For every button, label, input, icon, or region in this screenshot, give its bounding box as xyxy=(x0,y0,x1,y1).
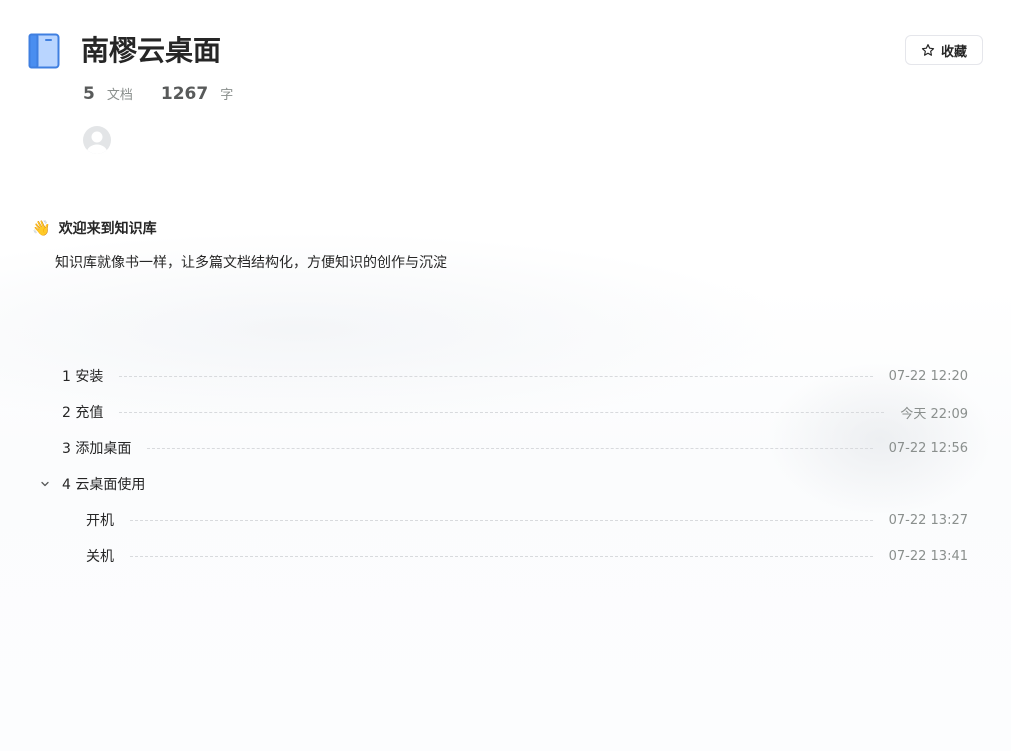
knowledge-base-page: 南樛云桌面 5 文档 1267 字 收藏 👋 欢迎来到知识库 知识库就像书一样，… xyxy=(0,0,1011,751)
toc-item-title[interactable]: 关机 xyxy=(86,546,114,566)
toc-group[interactable]: 4 云桌面使用 xyxy=(0,466,1011,502)
toc-item-time: 07-22 12:56 xyxy=(888,440,968,456)
toc-item[interactable]: 2 充值 今天 22:09 xyxy=(0,394,1011,430)
welcome-title: 欢迎来到知识库 xyxy=(58,221,157,237)
chevron-down-icon[interactable] xyxy=(39,478,51,490)
toc-item[interactable]: 3 添加桌面 07-22 12:56 xyxy=(0,430,1011,466)
welcome-description: 知识库就像书一样，让多篇文档结构化，方便知识的创作与沉淀 xyxy=(55,255,447,271)
toc-item[interactable]: 关机 07-22 13:41 xyxy=(0,538,1011,574)
toc-leader-line xyxy=(147,447,873,449)
toc-item-title[interactable]: 1 安装 xyxy=(62,366,103,386)
toc-leader-line xyxy=(119,411,885,413)
word-count: 1267 xyxy=(160,84,209,104)
toc-item[interactable]: 1 安装 07-22 12:20 xyxy=(0,358,1011,394)
page-title: 南樛云桌面 xyxy=(81,34,222,67)
toc-item-title[interactable]: 开机 xyxy=(86,510,114,530)
waving-hand-icon: 👋 xyxy=(32,219,51,237)
toc-item[interactable]: 开机 07-22 13:27 xyxy=(0,502,1011,538)
toc-leader-line xyxy=(130,519,873,521)
doc-count: 5 xyxy=(83,84,95,104)
toc-item-time: 07-22 13:27 xyxy=(888,512,968,528)
toc-item-title[interactable]: 4 云桌面使用 xyxy=(62,474,145,494)
favorite-label: 收藏 xyxy=(940,44,967,60)
user-silhouette-icon xyxy=(87,131,107,154)
book-stats: 5 文档 1267 字 xyxy=(83,84,233,108)
toc-item-time: 07-22 13:41 xyxy=(888,548,968,564)
toc-item-title[interactable]: 2 充值 xyxy=(62,402,103,422)
welcome-header: 👋 欢迎来到知识库 xyxy=(32,217,157,239)
word-unit: 字 xyxy=(220,88,234,103)
toc-item-time: 07-22 12:20 xyxy=(888,368,968,384)
toc-leader-line xyxy=(119,375,873,377)
toc-leader-line xyxy=(130,555,873,557)
toc-item-time: 今天 22:09 xyxy=(900,406,968,422)
book-icon xyxy=(28,33,60,69)
favorite-button[interactable]: 收藏 xyxy=(905,35,983,65)
star-icon xyxy=(921,44,935,56)
doc-unit: 文档 xyxy=(106,88,133,103)
avatar[interactable] xyxy=(83,126,111,154)
toc-item-title[interactable]: 3 添加桌面 xyxy=(62,438,131,458)
